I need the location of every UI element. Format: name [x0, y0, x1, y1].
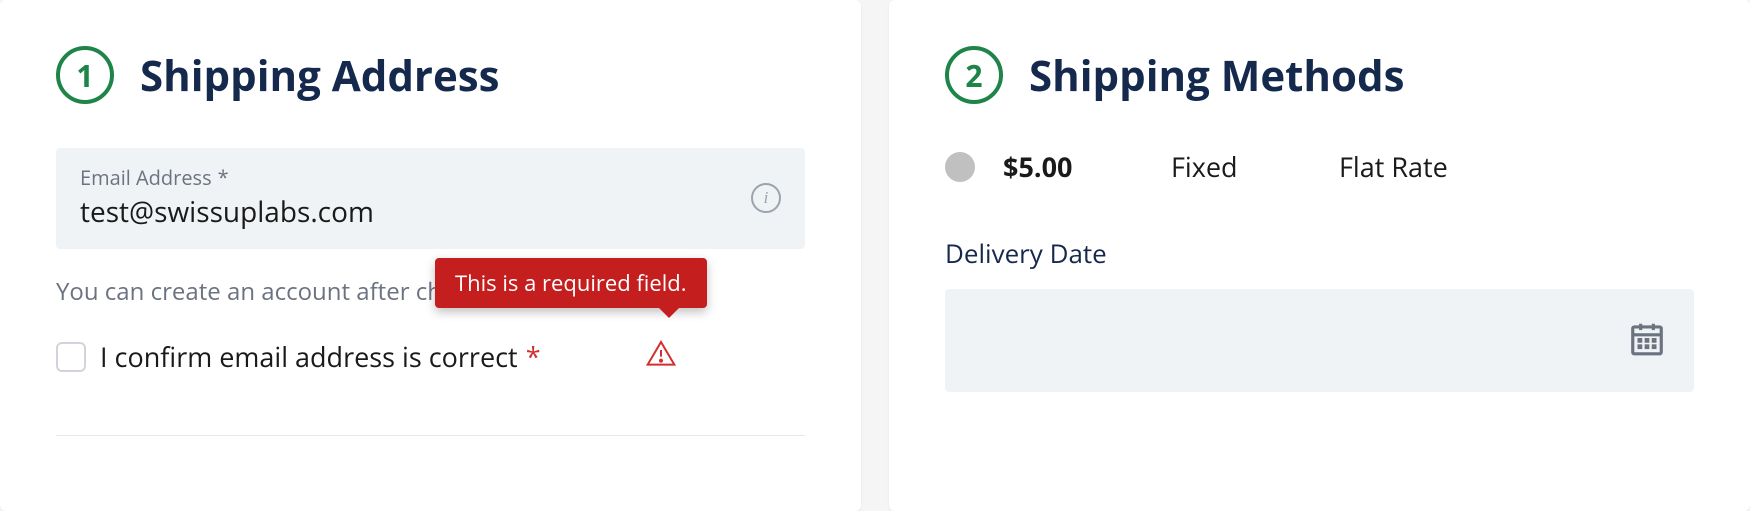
shipping-method-type: Flat Rate [1339, 148, 1448, 185]
email-field-group: Email Address * test@swissuplabs.com i [56, 148, 805, 249]
info-icon[interactable]: i [751, 183, 781, 213]
warning-icon [645, 338, 677, 375]
step-number-badge: 2 [945, 46, 1003, 104]
shipping-method-radio[interactable] [945, 152, 975, 182]
confirm-email-checkbox[interactable] [56, 342, 86, 372]
confirm-email-label[interactable]: I confirm email address is correct * [100, 338, 541, 375]
delivery-date-input[interactable] [945, 289, 1694, 392]
shipping-method-option[interactable]: $5.00 Fixed Flat Rate [945, 148, 1694, 185]
email-input-wrapper[interactable]: Email Address * test@swissuplabs.com i [56, 148, 805, 249]
shipping-price: $5.00 [1003, 148, 1143, 185]
divider [56, 435, 805, 436]
panel-title: Shipping Address [140, 47, 500, 104]
panel-header: 1 Shipping Address [56, 46, 805, 104]
email-value[interactable]: test@swissuplabs.com [80, 193, 751, 231]
delivery-date-label: Delivery Date [945, 235, 1694, 271]
required-indicator: * [526, 338, 541, 375]
required-indicator: * [218, 164, 229, 191]
confirm-email-row: I confirm email address is correct * [56, 338, 805, 375]
error-tooltip: This is a required field. [435, 258, 707, 308]
panel-title: Shipping Methods [1029, 47, 1404, 104]
shipping-address-panel: 1 Shipping Address Email Address * test@… [0, 0, 861, 511]
step-number-badge: 1 [56, 46, 114, 104]
calendar-icon[interactable] [1628, 319, 1666, 362]
shipping-method-name: Fixed [1171, 148, 1311, 185]
shipping-methods-panel: 2 Shipping Methods $5.00 Fixed Flat Rate… [889, 0, 1750, 511]
email-label: Email Address * [80, 164, 751, 191]
panel-header: 2 Shipping Methods [945, 46, 1694, 104]
